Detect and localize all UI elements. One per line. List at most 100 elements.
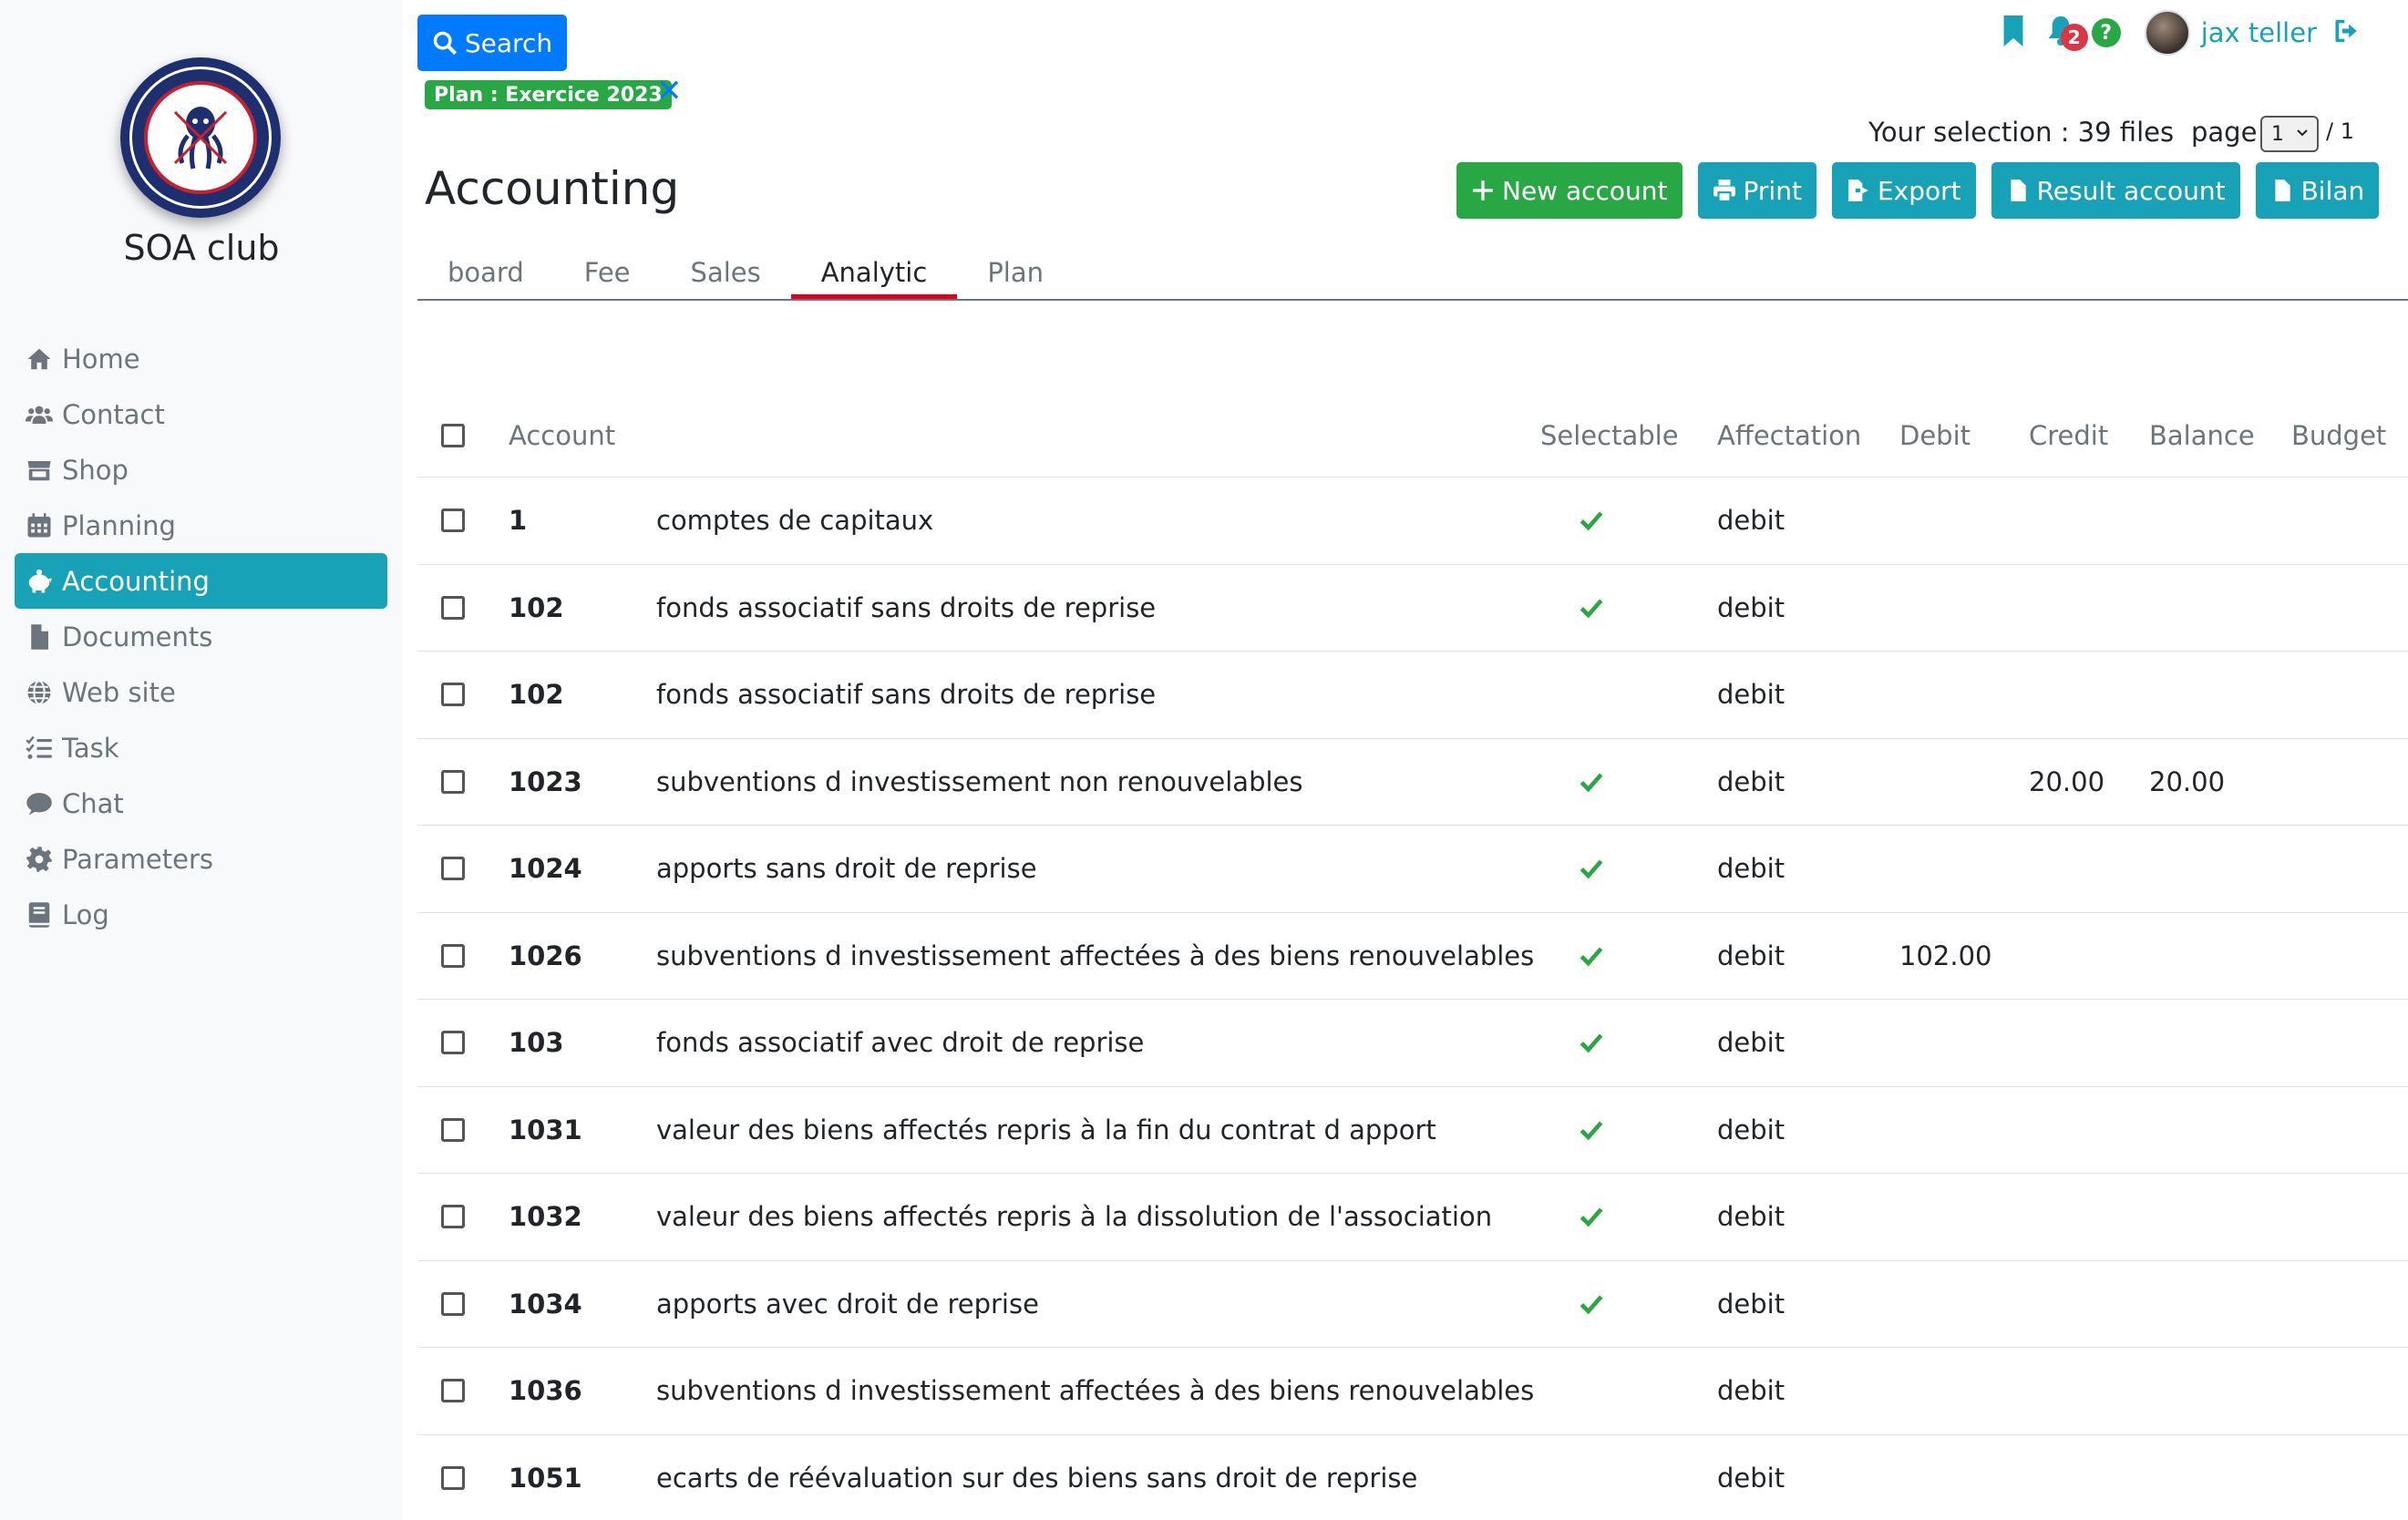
logout-icon[interactable]: [2317, 17, 2362, 48]
table-row[interactable]: 102 fonds associatif sans droits de repri…: [417, 565, 2408, 652]
table-row[interactable]: 1023 subventions d investissement non ren…: [417, 739, 2408, 826]
account-affectation: debit: [1717, 591, 1785, 623]
sidebar-nav: Home Contact Shop Planning Accounting Do…: [15, 331, 387, 942]
row-checkbox[interactable]: [441, 683, 465, 707]
accounting-tabs: board Fee Sales Analytic Plan: [417, 248, 2408, 301]
account-name: subventions d investissement affectées à…: [656, 1375, 1535, 1407]
account-credit: 20.00: [2029, 765, 2105, 797]
account-affectation: debit: [1717, 1114, 1785, 1145]
sidebar-item-home[interactable]: Home: [15, 331, 387, 386]
sidebar-item-label: Web site: [62, 676, 176, 708]
row-checkbox-cell: [441, 1435, 465, 1520]
row-checkbox[interactable]: [441, 1205, 465, 1229]
account-name: apports avec droit de reprise: [656, 1288, 1039, 1320]
column-header-budget[interactable]: Budget: [2291, 394, 2386, 477]
table-row[interactable]: 1051 ecarts de réévaluation sur des biens…: [417, 1435, 2408, 1520]
sidebar-item-label: Chat: [62, 787, 124, 819]
table-row[interactable]: 1031 valeur des biens affectés repris à l…: [417, 1087, 2408, 1174]
avatar[interactable]: [2144, 10, 2190, 56]
account-affectation: debit: [1717, 940, 1785, 971]
sidebar-item-label: Planning: [62, 509, 176, 541]
print-icon: [1713, 180, 1735, 202]
bookmark-icon[interactable]: [2001, 15, 2026, 50]
row-checkbox-cell: [441, 826, 465, 912]
result-account-button[interactable]: Result account: [1991, 162, 2240, 219]
row-checkbox[interactable]: [441, 857, 465, 881]
selection-count: Your selection : 39 files: [1868, 117, 2175, 148]
sidebar-item-documents[interactable]: Documents: [15, 609, 387, 664]
row-checkbox[interactable]: [441, 1291, 465, 1316]
tab-analytic[interactable]: Analytic: [790, 248, 958, 299]
sidebar-item-log[interactable]: Log: [15, 887, 387, 942]
sidebar-item-planning[interactable]: Planning: [15, 498, 387, 553]
tab-plan[interactable]: Plan: [957, 248, 1074, 299]
column-header-selectable[interactable]: Selectable: [1540, 394, 1679, 477]
globe-icon: [22, 679, 57, 706]
club-logo[interactable]: [120, 57, 281, 218]
sidebar-item-parameters[interactable]: Parameters: [15, 831, 387, 887]
user-name-link[interactable]: jax teller: [2201, 17, 2317, 48]
search-button[interactable]: Search: [417, 15, 567, 71]
table-row[interactable]: 1032 valeur des biens affectés repris à l…: [417, 1174, 2408, 1261]
action-toolbar: New account Print Export Result account …: [1456, 162, 2394, 219]
row-checkbox-cell: [441, 565, 465, 652]
octopus-icon: [173, 107, 228, 169]
account-affectation: debit: [1717, 853, 1785, 885]
print-label: Print: [1743, 175, 1802, 206]
page-select[interactable]: 1: [2260, 116, 2319, 152]
column-header-account[interactable]: Account: [509, 394, 615, 477]
print-button[interactable]: Print: [1697, 162, 1816, 219]
account-number: 1026: [509, 940, 582, 971]
sidebar-item-label: Shop: [62, 454, 129, 486]
table-row[interactable]: 1034 apports avec droit de reprise debit: [417, 1261, 2408, 1348]
tab-board[interactable]: board: [417, 248, 554, 299]
sidebar-item-chat[interactable]: Chat: [15, 775, 387, 831]
row-checkbox-cell: [441, 1261, 465, 1348]
account-affectation: debit: [1717, 679, 1785, 711]
tab-fee[interactable]: Fee: [554, 248, 661, 299]
row-checkbox[interactable]: [441, 1465, 465, 1490]
page-total: / 1: [2326, 118, 2354, 144]
page-label: page: [2191, 117, 2258, 148]
table-row[interactable]: 103 fonds associatif avec droit de repris…: [417, 1000, 2408, 1087]
column-header-credit[interactable]: Credit: [2029, 394, 2108, 477]
row-checkbox-cell: [441, 1174, 465, 1260]
selectable-check-icon: [1577, 1174, 1606, 1260]
filter-remove-button[interactable]: ✕: [656, 73, 683, 109]
bilan-button[interactable]: Bilan: [2255, 162, 2380, 219]
file-icon: [2274, 180, 2290, 201]
table-row[interactable]: 102 fonds associatif sans droits de repri…: [417, 652, 2408, 739]
sidebar-item-task[interactable]: Task: [15, 720, 387, 775]
new-account-button[interactable]: New account: [1456, 162, 1683, 219]
row-checkbox[interactable]: [441, 1117, 465, 1142]
notifications-button[interactable]: 2: [2046, 15, 2088, 51]
sidebar-item-accounting[interactable]: Accounting: [15, 553, 387, 609]
table-row[interactable]: 1024 apports sans droit de reprise debit: [417, 826, 2408, 913]
column-header-debit[interactable]: Debit: [1899, 394, 1971, 477]
tab-sales[interactable]: Sales: [661, 248, 791, 299]
row-checkbox[interactable]: [441, 943, 465, 968]
result-account-label: Result account: [2036, 175, 2226, 206]
help-button[interactable]: ?: [2091, 18, 2121, 47]
account-number: 1031: [509, 1114, 582, 1145]
account-affectation: debit: [1717, 1375, 1785, 1407]
row-checkbox[interactable]: [441, 1379, 465, 1403]
table-row[interactable]: 1036 subventions d investissement affecté…: [417, 1348, 2408, 1435]
row-checkbox[interactable]: [441, 1031, 465, 1055]
export-button[interactable]: Export: [1831, 162, 1976, 219]
table-row[interactable]: 1 comptes de capitaux debit: [417, 478, 2408, 565]
account-affectation: debit: [1717, 1288, 1785, 1320]
row-checkbox[interactable]: [441, 595, 465, 620]
table-row[interactable]: 1026 subventions d investissement affecté…: [417, 913, 2408, 1000]
row-checkbox[interactable]: [441, 508, 465, 533]
club-name: SOA club: [123, 228, 280, 268]
column-header-affectation[interactable]: Affectation: [1717, 394, 1861, 477]
column-header-balance[interactable]: Balance: [2149, 394, 2255, 477]
sidebar-item-label: Home: [62, 343, 140, 375]
sidebar-item-contact[interactable]: Contact: [15, 386, 387, 442]
select-all-checkbox[interactable]: [441, 423, 465, 447]
sidebar-item-web-site[interactable]: Web site: [15, 664, 387, 720]
sidebar-item-shop[interactable]: Shop: [15, 442, 387, 498]
account-number: 103: [509, 1027, 564, 1059]
row-checkbox[interactable]: [441, 769, 465, 794]
